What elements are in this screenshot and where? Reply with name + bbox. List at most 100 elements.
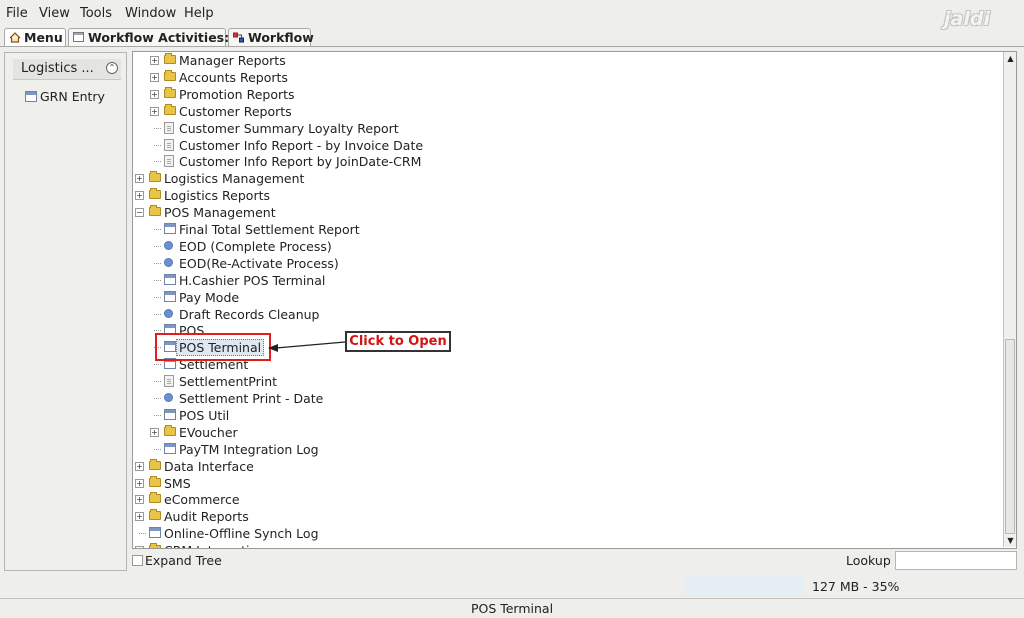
menu-bar: File View Tools Window Help jaldi [0, 0, 1024, 30]
expand-toggle-icon[interactable]: + [150, 56, 159, 65]
expand-toggle-icon[interactable]: + [135, 191, 144, 201]
process-icon [164, 240, 173, 250]
report-icon [164, 138, 174, 151]
menu-window[interactable]: Window [125, 6, 176, 21]
folder-icon [164, 69, 176, 81]
tree-connector [154, 364, 161, 366]
tree-connector [154, 127, 161, 130]
tree-node-label: SMS [164, 475, 191, 491]
tree-node-label: CRM Integration [164, 543, 265, 548]
tree-connector [154, 296, 161, 299]
tree-connector [154, 229, 161, 231]
expand-tree-checkbox[interactable] [132, 555, 143, 566]
menu-help[interactable]: Help [184, 6, 214, 21]
tree-node-label: Draft Records Cleanup [179, 306, 320, 322]
menu-tools[interactable]: Tools [80, 6, 112, 21]
left-panel-item-label: GRN Entry [40, 89, 105, 104]
tree-scrollbar[interactable]: ▲ ▼ [1003, 52, 1016, 547]
left-panel: Logistics ... ⌃ GRN Entry [4, 52, 127, 571]
report-icon [164, 375, 174, 388]
menu-view[interactable]: View [39, 6, 70, 21]
tree-connector [154, 414, 161, 417]
tree-connector [154, 161, 161, 163]
tree-node-label: PayTM Integration Log [179, 441, 319, 457]
callout-click-to-open: Click to Open [345, 331, 451, 352]
expand-toggle-icon[interactable]: + [135, 495, 144, 505]
expand-toggle-icon[interactable]: + [150, 89, 159, 99]
tree-node-label: POS Util [179, 407, 230, 423]
memory-usage-text: 127 MB - 35% [812, 579, 900, 594]
collapse-icon[interactable]: ⌃ [106, 62, 118, 74]
tree-node-label: Customer Summary Loyalty Report [179, 120, 399, 136]
lookup-label: Lookup [846, 553, 891, 568]
folder-icon [149, 543, 161, 548]
home-icon [9, 32, 21, 43]
tree-node-label: Promotion Reports [179, 86, 295, 102]
folder-icon [164, 53, 176, 64]
folder-icon [149, 171, 161, 183]
tree-node-label: Final Total Settlement Report [179, 222, 360, 237]
tab-workflow-activities-label: Workflow Activities: 0 [88, 30, 243, 45]
tab-workflow-activities[interactable]: Workflow Activities: 0 [68, 28, 242, 46]
scroll-down-icon[interactable]: ▼ [1005, 535, 1016, 546]
expand-toggle-icon[interactable]: + [135, 174, 144, 184]
expand-toggle-icon[interactable]: + [135, 512, 144, 522]
tab-divider [0, 46, 1024, 47]
expand-toggle-icon[interactable]: + [135, 461, 144, 471]
memory-usage-bar [685, 576, 804, 596]
tree-connector [139, 533, 146, 535]
folder-icon [149, 509, 161, 521]
folder-icon [149, 188, 161, 200]
lookup-input[interactable] [895, 551, 1017, 570]
tree-node-label: eCommerce [164, 492, 240, 508]
tree-node-label: EOD (Complete Process) [179, 238, 332, 254]
window-icon [164, 442, 176, 454]
report-icon [164, 155, 174, 168]
tree-node-label: EVoucher [179, 424, 238, 440]
expand-toggle-icon[interactable]: + [135, 478, 144, 488]
tree-node-label: Online-Offline Synch Log [164, 526, 319, 542]
tree-node-label: Accounts Reports [179, 69, 288, 85]
expand-toggle-icon[interactable]: + [135, 546, 144, 548]
folder-icon [149, 458, 161, 470]
tree-connector [154, 448, 161, 451]
expand-toggle-icon[interactable]: − [135, 208, 144, 218]
app-logo: jaldi [944, 8, 990, 30]
status-bar: POS Terminal [0, 598, 1024, 618]
folder-open-icon [149, 205, 161, 217]
tree-node-label: Customer Info Report by JoinDate-CRM [179, 154, 422, 170]
tree-footer: Expand Tree Lookup [132, 551, 1017, 571]
left-panel-item-grn-entry[interactable]: GRN Entry [25, 89, 105, 104]
expand-toggle-icon[interactable]: + [150, 427, 159, 437]
window-icon [164, 408, 176, 420]
left-panel-header[interactable]: Logistics ... ⌃ [13, 59, 121, 80]
tree-node-label: Manager Reports [179, 53, 286, 68]
status-text: POS Terminal [470, 601, 554, 616]
tree-connector [154, 313, 161, 316]
tree-connector [154, 279, 161, 282]
tab-menu-label: Menu [24, 30, 63, 45]
folder-icon [149, 492, 161, 504]
expand-toggle-icon[interactable]: + [150, 106, 159, 116]
scrollbar-thumb[interactable] [1005, 339, 1015, 534]
tab-menu[interactable]: Menu [4, 28, 66, 46]
tree-node-label: POS Management [164, 205, 276, 221]
tree-connector [154, 144, 161, 147]
tree-node-label: SettlementPrint [179, 374, 278, 390]
window-icon [73, 32, 84, 42]
tree-connector [154, 381, 161, 383]
tab-workflow[interactable]: Workflow [228, 28, 314, 46]
expand-toggle-icon[interactable]: + [150, 72, 159, 82]
tree-node-label: Customer Info Report - by Invoice Date [179, 137, 424, 153]
menu-file[interactable]: File [6, 6, 28, 21]
tree-node-label: Settlement Print - Date [179, 391, 324, 406]
expand-tree-label: Expand Tree [145, 553, 222, 568]
tree-node-label: H.Cashier POS Terminal [179, 272, 326, 288]
folder-icon [149, 475, 161, 487]
selection-highlight-box [155, 333, 271, 361]
tree-node-label: EOD(Re-Activate Process) [179, 255, 339, 271]
window-icon [25, 91, 37, 102]
scroll-up-icon[interactable]: ▲ [1005, 53, 1016, 64]
left-panel-title: Logistics ... [21, 61, 94, 76]
workflow-icon [233, 32, 244, 43]
